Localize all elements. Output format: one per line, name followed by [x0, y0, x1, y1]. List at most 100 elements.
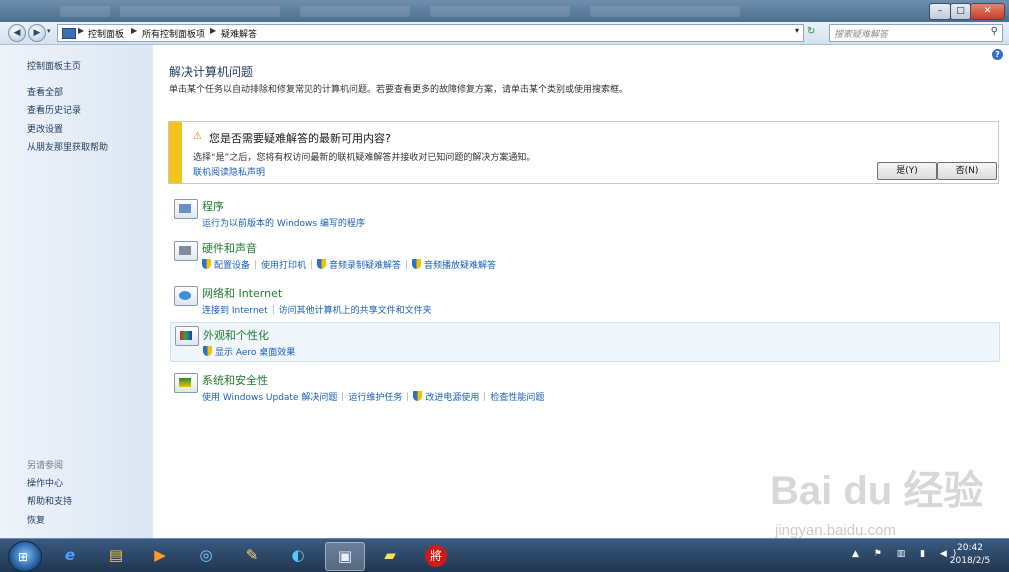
divider	[342, 392, 344, 401]
search-icon[interactable]: ⚲	[991, 26, 998, 37]
sticky-notes-icon[interactable]: ▰	[371, 542, 409, 569]
blurred-tab	[60, 6, 110, 17]
notice-detail: 选择“是”之后，您将有权访问最新的联机疑难解答并接收对已知问题的解决方案通知。	[193, 153, 536, 163]
divider	[311, 260, 313, 269]
audio-playback-link[interactable]: 音频播放疑难解答	[424, 258, 496, 271]
refresh-icon[interactable]: ↻	[807, 26, 815, 37]
search-input[interactable]: 搜索疑难解答	[834, 27, 888, 40]
maximize-button[interactable]: □	[950, 3, 971, 20]
use-printer-link[interactable]: 使用打印机	[261, 258, 306, 271]
search-box[interactable]: 搜索疑难解答 ⚲	[829, 24, 1003, 42]
divider	[484, 392, 486, 401]
privacy-statement-link[interactable]: 联机阅读隐私声明	[193, 165, 265, 178]
change-settings-link[interactable]: 更改设置	[27, 122, 63, 135]
left-pane: 控制面板主页 查看全部 查看历史记录 更改设置 从朋友那里获取帮助 另请参阅 操…	[0, 45, 153, 538]
baidu-watermark-url: jingyan.baidu.com	[775, 522, 896, 539]
blurred-tab	[590, 6, 740, 17]
hardware-sound-icon	[174, 241, 198, 261]
baidu-watermark-logo: Bai du 经验	[770, 469, 984, 513]
clock-date: 2018/2/5	[949, 556, 991, 566]
category-links: 运行为以前版本的 Windows 编写的程序	[202, 216, 365, 229]
help-support-link[interactable]: 帮助和支持	[27, 494, 72, 507]
breadcrumb-separator-icon[interactable]: ▶	[78, 26, 84, 35]
windows-logo-icon: ⊞	[18, 550, 29, 564]
uac-shield-icon	[413, 391, 423, 401]
divider	[272, 305, 274, 314]
connect-internet-link[interactable]: 连接到 Internet	[202, 303, 268, 316]
category-title[interactable]: 网络和 Internet	[202, 285, 282, 301]
breadcrumb-all-items[interactable]: 所有控制面板项	[142, 27, 205, 40]
audio-recording-link[interactable]: 音频录制疑难解答	[329, 258, 401, 271]
recent-pages-dropdown-icon[interactable]: ▾	[47, 27, 51, 35]
forward-arrow-icon[interactable]: ▶	[28, 24, 46, 42]
performance-link[interactable]: 检查性能问题	[490, 390, 544, 403]
divider	[406, 260, 408, 269]
category-system-security[interactable]: 系统和安全性 使用 Windows Update 解决问题 运行维护任务 改进电源使…	[170, 370, 998, 404]
title-bar[interactable]: – □ ✕	[0, 0, 1009, 22]
configure-device-link[interactable]: 配置设备	[214, 258, 250, 271]
breadcrumb-separator-icon[interactable]: ▶	[210, 26, 216, 35]
clock-time: 20:42	[957, 543, 983, 553]
breadcrumb-separator-icon[interactable]: ▶	[131, 26, 137, 35]
windows-update-link[interactable]: 使用 Windows Update 解决问题	[202, 390, 337, 403]
no-button[interactable]: 否(N)	[937, 162, 997, 180]
uac-shield-icon	[412, 259, 422, 269]
back-arrow-icon[interactable]: ◀	[8, 24, 26, 42]
view-history-link[interactable]: 查看历史记录	[27, 103, 81, 116]
uac-shield-icon	[203, 346, 212, 356]
blurred-tab	[430, 6, 570, 17]
notice-accent-bar	[169, 122, 182, 183]
see-also-heading: 另请参阅	[27, 461, 64, 471]
chess-game-icon[interactable]: 將	[417, 542, 455, 569]
browser-icon[interactable]: ◐	[279, 542, 317, 569]
breadcrumb-control-panel[interactable]: 控制面板	[88, 27, 124, 40]
aero-effects-link[interactable]: 显示 Aero 桌面效果	[215, 345, 295, 358]
get-help-from-friend-link[interactable]: 从朋友那里获取帮助	[27, 140, 108, 153]
category-links: 显示 Aero 桌面效果	[203, 345, 295, 358]
internet-explorer-icon[interactable]: e	[51, 542, 89, 569]
category-title[interactable]: 外观和个性化	[203, 327, 269, 343]
close-button[interactable]: ✕	[970, 3, 1005, 20]
blurred-tab	[300, 6, 410, 17]
view-all-link[interactable]: 查看全部	[27, 85, 63, 98]
network-globe-icon	[174, 286, 198, 306]
paint-icon[interactable]: ✎	[233, 542, 271, 569]
maintenance-task-link[interactable]: 运行维护任务	[348, 390, 402, 403]
system-security-icon	[174, 373, 198, 393]
programs-icon	[174, 199, 198, 219]
address-bar[interactable]: ▶ 控制面板 ▶ 所有控制面板项 ▶ 疑难解答 ▾	[57, 24, 804, 42]
category-appearance[interactable]: 外观和个性化 显示 Aero 桌面效果	[170, 322, 1000, 362]
control-panel-home-link[interactable]: 控制面板主页	[27, 59, 81, 72]
category-hardware-sound[interactable]: 硬件和声音 配置设备 使用打印机 音频录制疑难解答 音频播放疑难解答	[170, 238, 998, 274]
yes-button[interactable]: 是(Y)	[877, 162, 937, 180]
recovery-link[interactable]: 恢复	[27, 513, 45, 526]
taskbar: ⊞ e ▤ ▶ ◎ ✎ ◐ ▣ ▰ 將 ▲ ⚑ ▥ ▮ ◀) 20:42 201…	[0, 538, 1009, 572]
chess-game-glyph: 將	[425, 545, 447, 567]
app-icon[interactable]: ◎	[187, 542, 225, 569]
appearance-icon	[175, 326, 199, 346]
minimize-button[interactable]: –	[929, 3, 951, 20]
uac-shield-icon	[317, 259, 327, 269]
update-notice: ⚠ 您是否需要疑难解答的最新可用内容? 选择“是”之后，您将有权访问最新的联机疑…	[168, 121, 999, 184]
start-button[interactable]: ⊞	[8, 541, 42, 572]
control-panel-icon[interactable]: ▣	[325, 542, 365, 571]
help-icon[interactable]: ?	[992, 49, 1003, 60]
action-center-link[interactable]: 操作中心	[27, 476, 63, 489]
breadcrumb-troubleshooting[interactable]: 疑难解答	[221, 27, 257, 40]
warning-icon: ⚠	[193, 131, 202, 142]
divider	[407, 392, 409, 401]
category-programs[interactable]: 程序 运行为以前版本的 Windows 编写的程序	[170, 196, 998, 229]
media-player-icon[interactable]: ▶	[141, 542, 179, 569]
divider	[255, 260, 257, 269]
category-title[interactable]: 硬件和声音	[202, 240, 257, 256]
clock[interactable]: 20:42 2018/2/5	[940, 542, 1000, 568]
file-explorer-icon[interactable]: ▤	[97, 542, 135, 569]
category-network-internet[interactable]: 网络和 Internet 连接到 Internet 访问其他计算机上的共享文件和文…	[170, 283, 998, 317]
run-old-programs-link[interactable]: 运行为以前版本的 Windows 编写的程序	[202, 216, 365, 229]
shared-files-link[interactable]: 访问其他计算机上的共享文件和文件夹	[279, 303, 432, 316]
category-links: 使用 Windows Update 解决问题 运行维护任务 改进电源使用 检查性能问题	[202, 390, 544, 403]
address-dropdown-icon[interactable]: ▾	[795, 26, 799, 35]
category-title[interactable]: 程序	[202, 198, 224, 214]
power-usage-link[interactable]: 改进电源使用	[425, 390, 479, 403]
category-title[interactable]: 系统和安全性	[202, 372, 268, 388]
